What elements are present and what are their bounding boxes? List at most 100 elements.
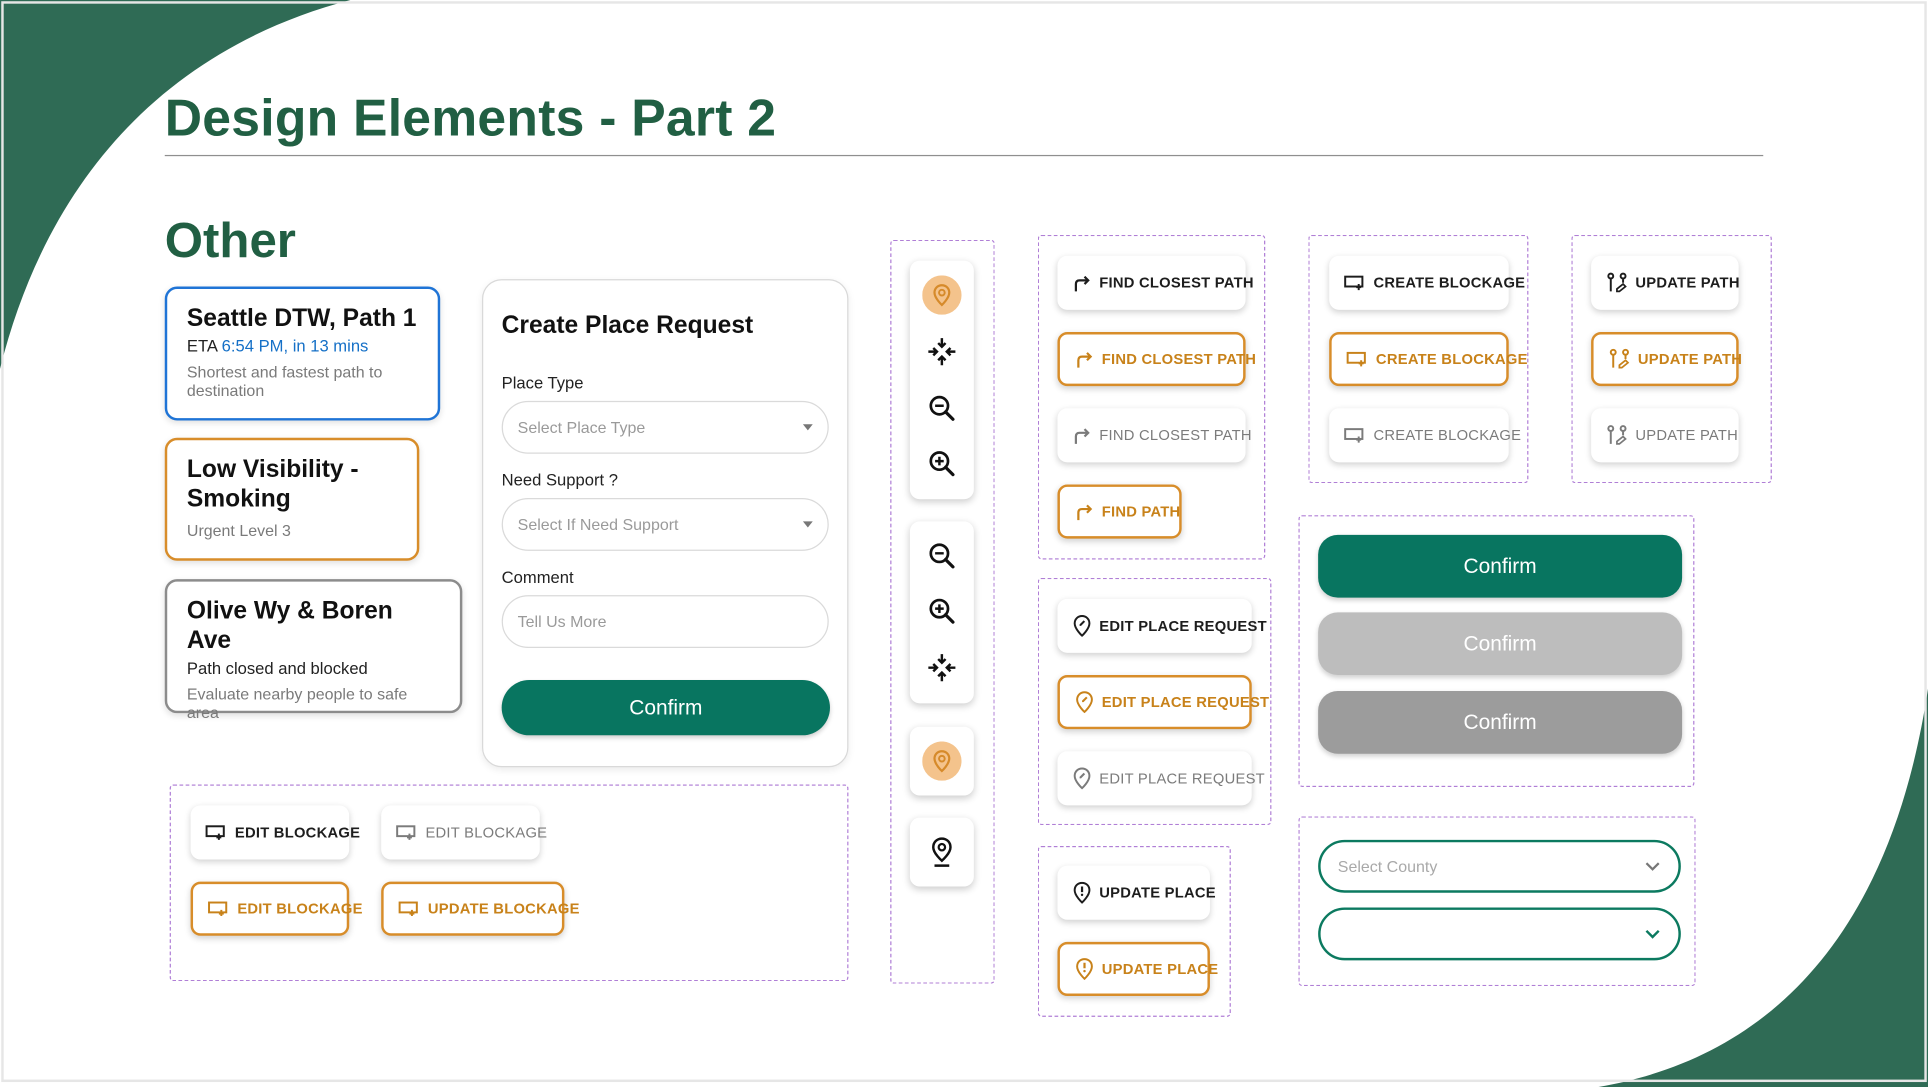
- location-pin-icon: [922, 275, 962, 315]
- create-blockage-button[interactable]: CREATE BLOCKAGE: [1329, 255, 1525, 310]
- map-toolbar-top: [909, 260, 974, 500]
- recenter-button[interactable]: [910, 325, 974, 379]
- zoom-out-icon: [929, 543, 955, 569]
- turn-right-icon: [1074, 428, 1090, 444]
- update-path-label: UPDATE PATH: [1635, 274, 1740, 292]
- blockage-card-title: Olive Wy & Boren Ave: [186, 597, 393, 655]
- place-edit-icon: [1073, 767, 1091, 790]
- form-confirm-button[interactable]: Confirm: [501, 679, 830, 736]
- location-pin-button[interactable]: [910, 825, 974, 879]
- edit-blockage-button[interactable]: EDIT BLOCKAGE: [190, 805, 360, 860]
- place-edit-icon: [1076, 691, 1093, 714]
- create-blockage-label: CREATE BLOCKAGE: [1373, 426, 1522, 444]
- location-pin-icon: [922, 741, 962, 781]
- location-toolbar-active[interactable]: [909, 726, 974, 796]
- route-card-selected[interactable]: Seattle DTW, Path 1 ETA 6:54 PM, in 13 m…: [164, 286, 441, 421]
- place-edit-icon: [1073, 615, 1091, 637]
- zoom-in-button[interactable]: [910, 437, 974, 491]
- route-edit-icon: [1607, 425, 1627, 445]
- turn-right-icon: [1077, 352, 1093, 368]
- comment-input[interactable]: Tell Us More: [501, 595, 829, 648]
- map-toolbar-middle: [909, 521, 974, 704]
- edit-place-request-label: EDIT PLACE REQUEST: [1099, 617, 1267, 635]
- blockage-card[interactable]: Olive Wy & Boren Ave Path closed and blo…: [164, 579, 463, 722]
- place-alert-icon: [1073, 881, 1091, 904]
- edit-place-request-button[interactable]: EDIT PLACE REQUEST: [1057, 598, 1267, 653]
- zoom-out-button[interactable]: [910, 381, 974, 435]
- zoom-in-button[interactable]: [910, 584, 974, 638]
- edit-place-request-button-disabled[interactable]: EDIT PLACE REQUEST: [1057, 751, 1265, 806]
- blockage-icon: [208, 901, 228, 917]
- find-closest-path-button-disabled[interactable]: FIND CLOSEST PATH: [1057, 408, 1252, 463]
- page-title: Design Elements - Part 2: [164, 88, 777, 147]
- update-path-button-active[interactable]: UPDATE PATH: [1591, 331, 1743, 387]
- update-blockage-button-active[interactable]: UPDATE BLOCKAGE: [381, 881, 579, 936]
- need-support-select[interactable]: Select If Need Support: [501, 497, 829, 551]
- location-toolbar[interactable]: [909, 817, 974, 887]
- location-pin-button[interactable]: [910, 268, 974, 322]
- update-path-label: UPDATE PATH: [1637, 350, 1743, 368]
- find-closest-path-button[interactable]: FIND CLOSEST PATH: [1057, 255, 1253, 310]
- blockage-icon: [396, 825, 416, 840]
- blockage-card-subtitle: Path closed and blocked: [186, 659, 368, 678]
- update-path-button[interactable]: UPDATE PATH: [1591, 255, 1740, 310]
- place-alert-icon: [1076, 958, 1093, 980]
- canvas: Design Elements - Part 2 Other Seattle D…: [0, 0, 1928, 1087]
- caret-down-icon: [802, 424, 813, 431]
- edit-blockage-label: EDIT BLOCKAGE: [425, 823, 548, 842]
- place-type-select[interactable]: Select Place Type: [501, 400, 829, 454]
- find-path-label: FIND PATH: [1101, 502, 1181, 521]
- zoom-out-button[interactable]: [910, 529, 974, 583]
- alert-card[interactable]: Low Visibility - Smoking Urgent Level 3: [164, 437, 420, 561]
- create-blockage-label: CREATE BLOCKAGE: [1375, 350, 1528, 368]
- select-county-dropdown[interactable]: Select County: [1318, 839, 1681, 893]
- alert-card-level: Urgent Level 3: [186, 521, 291, 540]
- create-blockage-button-active[interactable]: CREATE BLOCKAGE: [1329, 331, 1527, 387]
- form-title: Create Place Request: [501, 312, 754, 340]
- find-closest-path-button-active[interactable]: FIND CLOSEST PATH: [1057, 331, 1256, 387]
- create-blockage-button-disabled[interactable]: CREATE BLOCKAGE: [1329, 408, 1521, 463]
- confirm-button-disabled-dark[interactable]: Confirm: [1318, 691, 1683, 754]
- recenter-button[interactable]: [910, 641, 974, 695]
- find-path-button-active[interactable]: FIND PATH: [1057, 484, 1182, 539]
- route-edit-icon: [1607, 272, 1627, 293]
- confirm-button-disabled-light[interactable]: Confirm: [1318, 612, 1683, 676]
- blockage-icon: [1344, 428, 1364, 443]
- find-closest-path-label: FIND CLOSEST PATH: [1099, 426, 1252, 444]
- find-closest-path-label: FIND CLOSEST PATH: [1099, 274, 1254, 292]
- chevron-down-icon: [1645, 862, 1660, 871]
- edit-place-request-button-active[interactable]: EDIT PLACE REQUEST: [1057, 675, 1269, 730]
- zoom-out-icon: [929, 395, 955, 421]
- edit-place-request-label: EDIT PLACE REQUEST: [1101, 693, 1270, 711]
- place-type-placeholder: Select Place Type: [517, 418, 646, 437]
- select-county-dropdown-active[interactable]: [1318, 907, 1681, 961]
- blockage-card-description: Evaluate nearby people to safe area: [186, 684, 408, 722]
- alert-card-title: Low Visibility - Smoking: [186, 456, 359, 513]
- edit-blockage-label: EDIT BLOCKAGE: [237, 900, 363, 918]
- confirm-button-primary[interactable]: Confirm: [1318, 534, 1683, 598]
- route-card-eta: ETA 6:54 PM, in 13 mins: [186, 336, 369, 356]
- find-closest-path-label: FIND CLOSEST PATH: [1101, 350, 1257, 368]
- blockage-icon: [398, 901, 418, 917]
- edit-blockage-button-disabled[interactable]: EDIT BLOCKAGE: [381, 805, 547, 860]
- update-place-button[interactable]: UPDATE PLACE: [1057, 865, 1216, 920]
- location-pin-button[interactable]: [910, 734, 974, 788]
- turn-right-icon: [1077, 504, 1093, 521]
- edit-blockage-label: EDIT BLOCKAGE: [234, 823, 361, 842]
- blockage-icon: [1344, 275, 1364, 291]
- select-county-placeholder: Select County: [1337, 857, 1438, 876]
- zoom-in-icon: [929, 598, 955, 624]
- create-blockage-label: CREATE BLOCKAGE: [1373, 274, 1526, 292]
- caret-down-icon: [802, 521, 813, 528]
- turn-right-icon: [1074, 275, 1090, 292]
- route-card-description: Shortest and fastest path to destination: [186, 362, 383, 400]
- update-place-button-active[interactable]: UPDATE PLACE: [1057, 941, 1218, 996]
- need-support-label: Need Support ?: [501, 470, 618, 490]
- recenter-icon: [928, 654, 956, 682]
- edit-blockage-button-active[interactable]: EDIT BLOCKAGE: [190, 881, 362, 936]
- chevron-down-icon: [1645, 929, 1660, 939]
- update-blockage-label: UPDATE BLOCKAGE: [427, 900, 580, 918]
- comment-label: Comment: [501, 568, 574, 587]
- update-path-button-disabled[interactable]: UPDATE PATH: [1591, 408, 1739, 463]
- edit-place-request-label: EDIT PLACE REQUEST: [1099, 769, 1265, 787]
